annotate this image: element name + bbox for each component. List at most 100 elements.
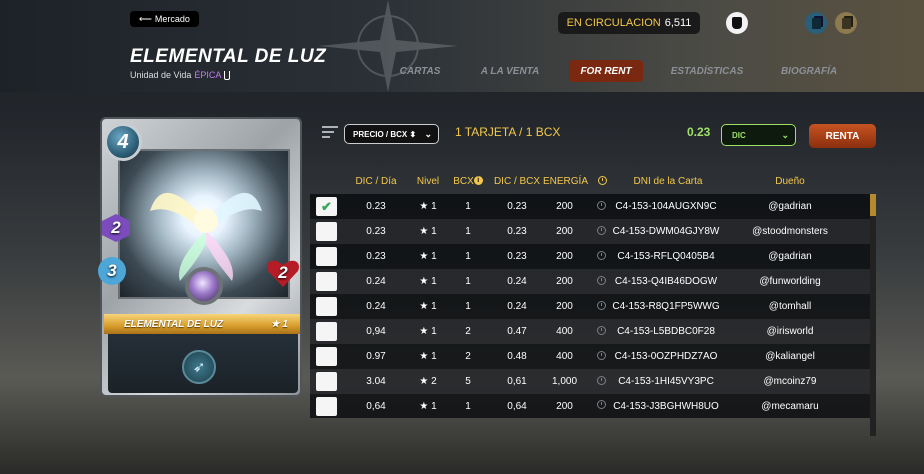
cell-energy: 200	[556, 251, 573, 262]
cell-level: ★ 2	[419, 376, 437, 387]
cell-dic-per-bcx: 0.48	[507, 351, 527, 362]
cell-level: ★ 1	[419, 400, 437, 412]
cell-clock	[594, 275, 608, 288]
table-row[interactable]: 0.24 ★ 1 1 0.24 200 C4-153-R8Q1FP5WWG @tomhall	[310, 294, 870, 319]
cell-card-id: C4-153-R8Q1FP5WWG	[612, 301, 720, 312]
header-level[interactable]: Nivel	[408, 176, 448, 187]
row-checkbox[interactable]: ✔	[316, 197, 337, 216]
scrollbar-thumb[interactable]	[870, 194, 876, 216]
row-checkbox[interactable]	[316, 396, 337, 416]
table-row[interactable]: 0.97 ★ 1 2 0.48 400 C4-153-0OZPHDZ7AO @kaliang…	[310, 344, 870, 369]
table-row[interactable]: 0,64 ★ 1 1 0,64 200 C4-153-J3BGHWH8UO @mecamar…	[310, 394, 870, 418]
list-scrollbar[interactable]	[870, 194, 876, 436]
currency-label: DIC	[732, 130, 746, 140]
cell-level: ★ 1	[419, 251, 437, 262]
cell-energy: 400	[556, 351, 573, 362]
header-dic-per-day[interactable]: DIC / Día	[350, 176, 402, 187]
cell-bcx: 1	[465, 276, 471, 287]
cell-bcx: 1	[465, 251, 471, 262]
header-dic-per-bcx[interactable]: DIC / BCX	[492, 176, 542, 187]
mana-cost-badge: 4	[104, 123, 142, 161]
card-level: ★ 1	[270, 318, 288, 330]
clock-icon	[596, 300, 606, 310]
table-row[interactable]: 3.04 ★ 2 5 0,61 1,000 C4-153-1HI45VY3PC @mcoin…	[310, 369, 870, 394]
back-label: Mercado	[154, 14, 190, 24]
subtitle-prefix: Unidad de Vida	[130, 70, 192, 80]
clock-icon	[596, 375, 606, 385]
cell-card-id: C4-153-1HI45VY3PC	[618, 376, 714, 387]
total-price: 0.23	[687, 125, 711, 139]
card-collection-icon[interactable]	[805, 12, 827, 34]
cell-dic-per-bcx: 0.23	[507, 226, 527, 237]
row-checkbox[interactable]	[316, 222, 337, 241]
cell-owner[interactable]: @tomhall	[730, 301, 850, 312]
info-icon[interactable]: i	[473, 176, 483, 185]
row-checkbox[interactable]	[316, 372, 337, 391]
cell-dic-per-bcx: 0.24	[507, 276, 527, 287]
cell-dic-per-day: 3.04	[366, 376, 386, 387]
table-row[interactable]: ✔ 0.23 ★ 1 1 0.23 200 C4-153-104AUGXN9C @gadria…	[310, 194, 870, 219]
cell-energy: 200	[556, 226, 573, 237]
cell-bcx: 1	[465, 201, 471, 212]
cell-bcx: 5	[465, 376, 471, 387]
cell-owner[interactable]: @funworlding	[730, 276, 850, 287]
tab-estadisticas[interactable]: ESTADÍSTICAS	[664, 60, 750, 82]
card-name-banner: ELEMENTAL DE LUZ ★ 1	[104, 314, 300, 334]
table-row[interactable]: 0.23 ★ 1 1 0.23 200 C4-153-DWM04GJY8W @stoodmo…	[310, 219, 870, 244]
chevron-down-icon: ⌄	[781, 129, 789, 140]
cell-owner[interactable]: @gadrian	[730, 251, 850, 262]
cell-dic-per-day: 0.97	[366, 351, 386, 362]
cell-owner[interactable]: @stoodmonsters	[730, 226, 850, 237]
cell-card-id: C4-153-DWM04GJY8W	[612, 226, 720, 237]
row-checkbox[interactable]	[316, 297, 337, 316]
cell-dic-per-day: 0.23	[366, 251, 386, 262]
header-bcx[interactable]: BCX i	[450, 176, 486, 187]
cell-card-id: C4-153-104AUGXN9C	[615, 201, 717, 212]
table-row[interactable]: 0.23 ★ 1 1 0.23 200 C4-153-RFLQ0405B4 @gadrian	[310, 244, 870, 269]
cell-owner[interactable]: @kaliangel	[730, 351, 850, 362]
header-energy[interactable]: ENERGÍA	[542, 176, 589, 187]
cell-clock	[594, 375, 608, 388]
cell-dic-per-day: 0,64	[366, 400, 386, 412]
tab-for-rent[interactable]: FOR RENT	[569, 60, 643, 82]
cell-owner[interactable]: @gadrian	[730, 201, 850, 212]
flying-ability-icon[interactable]: ➶	[182, 350, 216, 384]
chevron-down-icon: ⌄	[424, 128, 432, 139]
tab-biografia[interactable]: BIOGRAFÍA	[772, 60, 846, 82]
clock-icon	[596, 250, 606, 260]
tab-a-la-venta[interactable]: A LA VENTA	[470, 60, 550, 82]
header-clock[interactable]	[596, 176, 608, 188]
back-to-market-button[interactable]: ⟵ Mercado	[130, 11, 199, 27]
cell-owner[interactable]: @mcoinz79	[730, 376, 850, 387]
arrow-left-icon: ⟵	[139, 13, 152, 24]
header-card-id[interactable]: DNI de la Carta	[612, 176, 724, 187]
rent-button[interactable]: RENTA	[809, 124, 876, 148]
cell-dic-per-day: 0,94	[366, 326, 386, 337]
currency-dropdown[interactable]: DIC ⌄	[721, 124, 796, 146]
table-row[interactable]: 0.24 ★ 1 1 0.24 200 C4-153-Q4IB46DOGW @funworl…	[310, 269, 870, 294]
checkmark-icon: ✔	[321, 198, 332, 214]
filter-icon[interactable]	[322, 126, 338, 138]
sort-label: PRECIO / BCX ⬍	[353, 129, 417, 139]
row-checkbox[interactable]	[316, 272, 337, 291]
tab-cartas[interactable]: CARTAS	[394, 60, 446, 82]
cell-dic-per-bcx: 0,61	[507, 376, 527, 387]
sort-dropdown[interactable]: PRECIO / BCX ⬍ ⌄	[344, 124, 439, 144]
card-stack-icon[interactable]	[835, 12, 857, 34]
cell-energy: 200	[556, 201, 573, 212]
cell-dic-per-bcx: 0.24	[507, 301, 527, 312]
row-checkbox[interactable]	[316, 347, 337, 366]
clock-icon	[596, 225, 606, 235]
cell-level: ★ 1	[419, 301, 437, 312]
rental-list: ✔ 0.23 ★ 1 1 0.23 200 C4-153-104AUGXN9C @gadria…	[310, 194, 870, 418]
cell-clock	[594, 400, 608, 412]
row-checkbox[interactable]	[316, 322, 337, 341]
table-row[interactable]: 0,94 ★ 1 2 0.47 400 C4-153-L5BDBC0F28 @iriswor…	[310, 319, 870, 344]
cell-clock	[594, 350, 608, 363]
cell-clock	[594, 250, 608, 263]
cell-owner[interactable]: @mecamaru	[730, 401, 850, 412]
cell-card-id: C4-153-J3BGHWH8UO	[613, 400, 719, 412]
cell-owner[interactable]: @irisworld	[730, 326, 850, 337]
row-checkbox[interactable]	[316, 247, 337, 266]
header-owner[interactable]: Dueño	[730, 176, 850, 187]
